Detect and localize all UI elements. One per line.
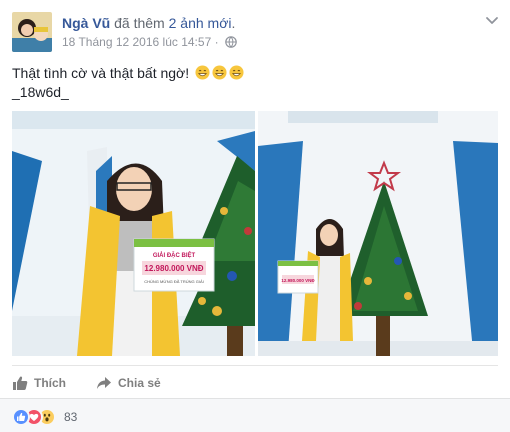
- like-reaction-icon: [12, 408, 30, 426]
- new-photos-link[interactable]: 2 ảnh mới: [169, 15, 232, 31]
- sign-bottom-label: CHÚNG MỪNG ĐÃ TRÚNG GIẢI: [144, 279, 204, 284]
- reaction-count[interactable]: 83: [64, 409, 77, 425]
- grinning-emoji-icon: [212, 65, 227, 80]
- chevron-down-icon[interactable]: [484, 12, 500, 28]
- reaction-icons[interactable]: [12, 408, 60, 426]
- photo-left[interactable]: GIẢI ĐẶC BIỆT 12.980.000 VNĐ CHÚNG MỪNG …: [12, 111, 255, 356]
- action-end: .: [231, 15, 236, 31]
- post-tag: _18w6d_: [12, 84, 69, 100]
- post-timestamp[interactable]: 18 Tháng 12 2016 lúc 14:57: [62, 35, 211, 49]
- grinning-emoji-icon: [195, 65, 210, 80]
- avatar[interactable]: [12, 12, 52, 52]
- actions-divider-top: [12, 365, 498, 366]
- meta-separator: ·: [214, 35, 219, 49]
- globe-icon[interactable]: [225, 36, 237, 52]
- post-header: Ngà Vũ đã thêm 2 ảnh mới. 18 Tháng 12 20…: [12, 10, 502, 52]
- action-text: đã thêm: [114, 15, 165, 31]
- sign-amount-label: 12.980.000 VNĐ: [144, 264, 203, 273]
- post-message: Thật tình cờ và thật bất ngờ!: [12, 65, 190, 81]
- photo-right[interactable]: 12.980.000 VNĐ: [258, 111, 498, 356]
- author-line: Ngà Vũ đã thêm 2 ảnh mới.: [62, 14, 235, 32]
- share-button[interactable]: Chia sẻ: [96, 370, 161, 396]
- post-text: Thật tình cờ và thật bất ngờ! _18w6d_: [12, 64, 498, 102]
- like-label: Thích: [34, 376, 66, 390]
- feed-post: Ngà Vũ đã thêm 2 ảnh mới. 18 Tháng 12 20…: [0, 0, 510, 432]
- sign-amount-label: 12.980.000 VNĐ: [281, 278, 315, 283]
- like-button[interactable]: Thích: [12, 370, 66, 396]
- share-arrow-icon: [97, 377, 111, 389]
- reactions-bar: 83: [0, 398, 510, 432]
- share-label: Chia sẻ: [118, 376, 161, 390]
- sign-top-label: GIẢI ĐẶC BIỆT: [153, 251, 196, 259]
- thumbs-up-icon: [13, 376, 28, 390]
- grinning-emoji-icon: [229, 65, 244, 80]
- author-name[interactable]: Ngà Vũ: [62, 15, 110, 31]
- post-meta: 18 Tháng 12 2016 lúc 14:57 ·: [62, 34, 237, 52]
